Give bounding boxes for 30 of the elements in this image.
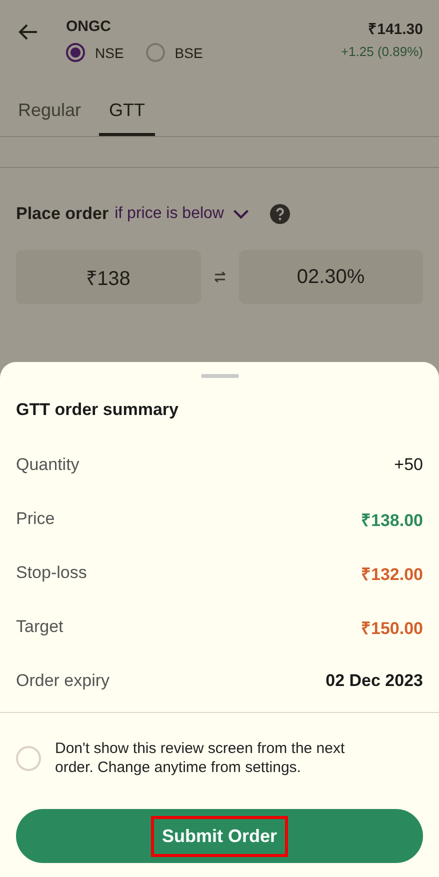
stock-symbol: ONGC: [66, 18, 112, 35]
condition-dropdown[interactable]: if price is below: [114, 205, 250, 223]
row-value: ₹150.00: [361, 618, 423, 638]
place-order-label: Place order: [16, 204, 109, 224]
radio-button[interactable]: [66, 43, 85, 62]
swap-icon[interactable]: [212, 270, 226, 284]
row-label: Target: [16, 617, 64, 637]
radio-button[interactable]: [146, 43, 165, 62]
row-label: Price: [16, 509, 55, 529]
help-icon[interactable]: [270, 204, 290, 224]
row-value: ₹138.00: [361, 510, 423, 530]
order-tab[interactable]: GTT: [99, 96, 156, 136]
checkbox[interactable]: [16, 746, 41, 770]
row-label: Quantity: [16, 455, 80, 475]
row-value: +50: [394, 455, 423, 475]
drag-handle[interactable]: [200, 374, 238, 378]
submit-order-button[interactable]: Submit Order: [16, 809, 423, 863]
price-input[interactable]: ₹138: [16, 250, 200, 304]
order-tab[interactable]: Regular: [8, 96, 92, 136]
exchange-label[interactable]: NSE: [95, 44, 124, 60]
row-value: 02 Dec 2023: [326, 671, 423, 691]
percent-input[interactable]: 02.30%: [238, 250, 423, 304]
sheet-title: GTT order summary: [16, 400, 180, 420]
price-change: +1.25 (0.89%): [340, 44, 423, 59]
row-label: Stop-loss: [16, 563, 87, 583]
skip-review-text: Don't show this review screen from the next order. Change anytime from settings.: [55, 739, 346, 777]
exchange-label[interactable]: BSE: [174, 44, 203, 60]
row-value: ₹132.00: [361, 564, 423, 584]
row-label: Order expiry: [16, 671, 110, 691]
stock-price: ₹141.30: [368, 20, 423, 38]
